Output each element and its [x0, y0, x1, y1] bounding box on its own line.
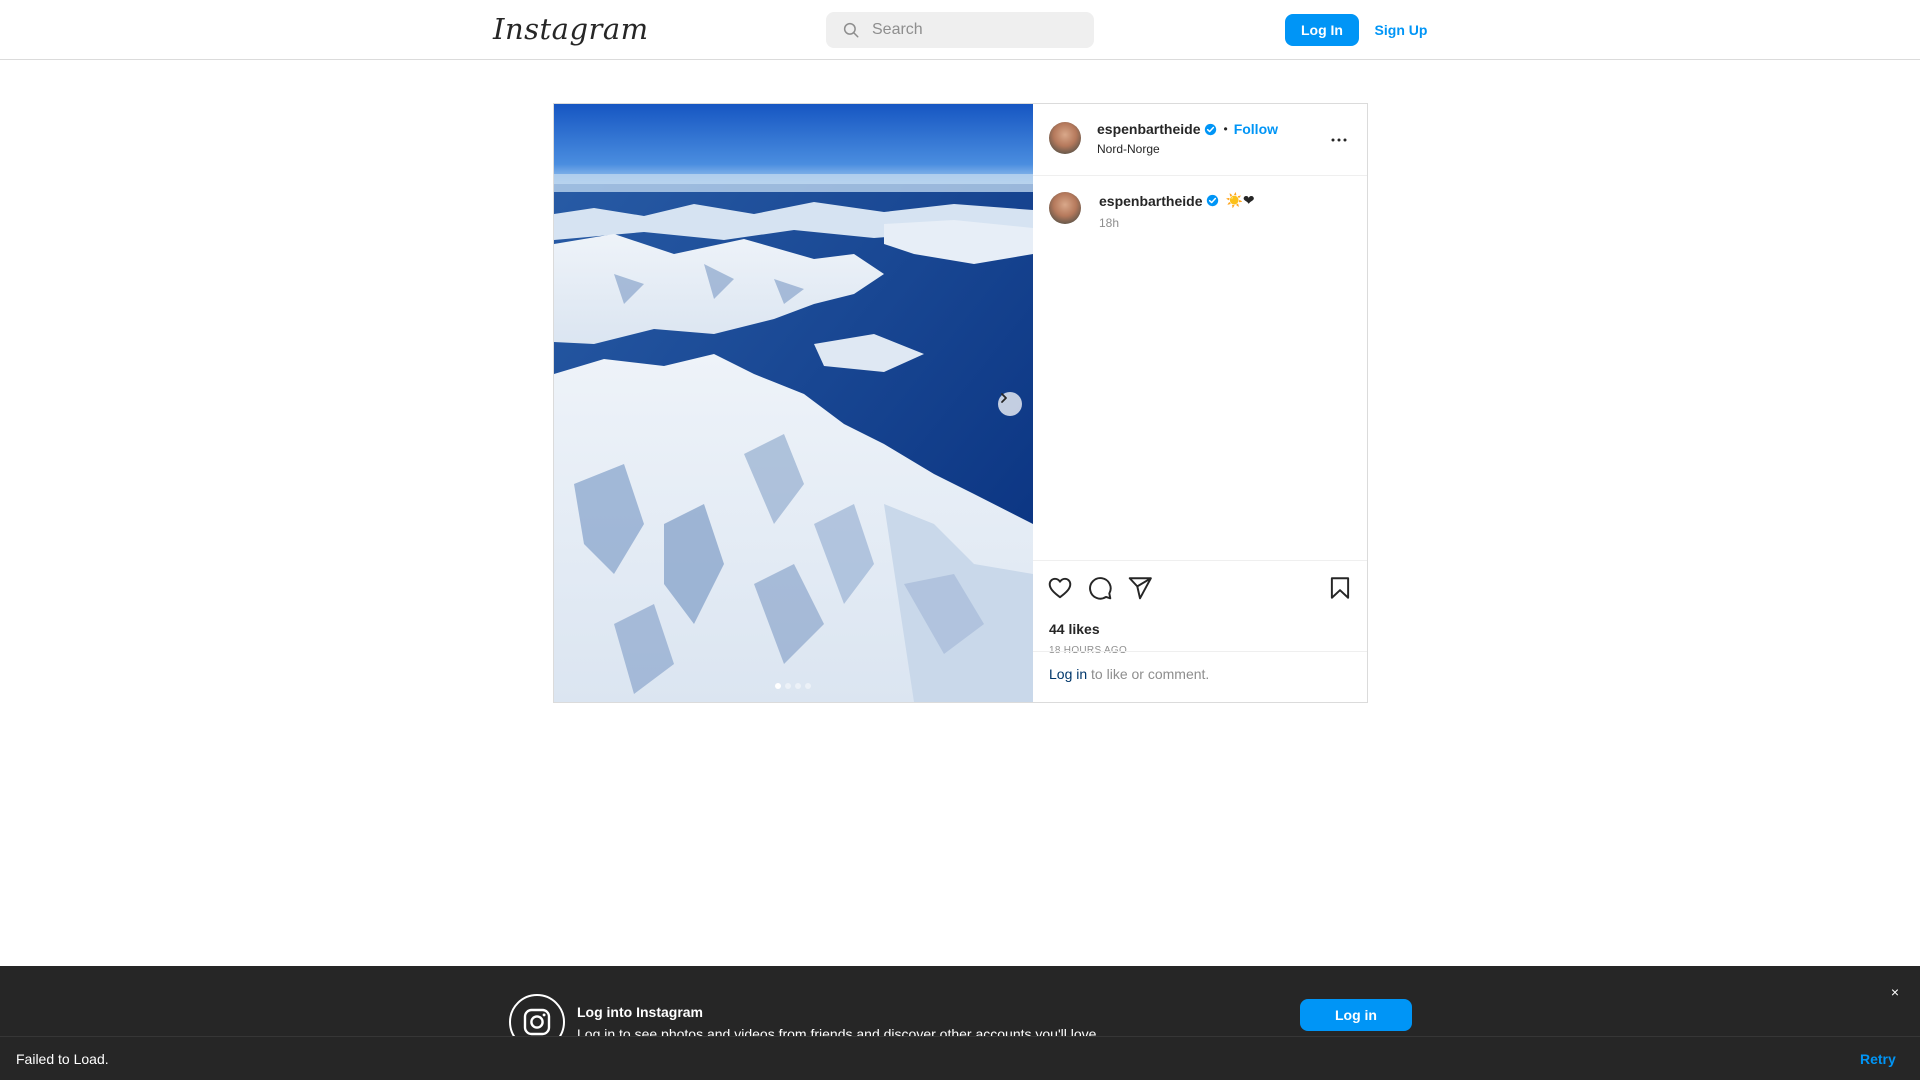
- separator-dot: •: [1223, 122, 1228, 136]
- status-message: Failed to Load.: [16, 1051, 109, 1067]
- login-to-comment: Log in to like or comment.: [1033, 651, 1367, 703]
- signup-button[interactable]: Sign Up: [1366, 14, 1436, 46]
- comment-icon: [1089, 577, 1112, 600]
- like-count[interactable]: 44 likes: [1049, 621, 1100, 637]
- carousel-dot: [795, 683, 801, 689]
- more-icon: [1331, 138, 1347, 142]
- post-header: espenbartheide • Follow Nord-Norge: [1033, 104, 1367, 176]
- verified-icon: [1205, 123, 1217, 135]
- banner-title: Log into Instagram: [577, 1004, 703, 1020]
- top-nav-bar: Instagram Log In Sign Up: [0, 0, 1920, 60]
- avatar[interactable]: [1049, 122, 1081, 154]
- save-button[interactable]: [1327, 575, 1353, 601]
- login-prompt-suffix: to like or comment.: [1087, 666, 1210, 682]
- carousel-dot: [785, 683, 791, 689]
- verified-icon: [1207, 194, 1219, 207]
- carousel-indicator: [775, 683, 811, 689]
- search-box[interactable]: [826, 12, 1094, 48]
- post-author-username[interactable]: espenbartheide: [1097, 121, 1200, 137]
- search-input[interactable]: [872, 21, 1072, 39]
- search-icon: [843, 22, 859, 38]
- login-link[interactable]: Log in: [1049, 666, 1087, 682]
- caption-username[interactable]: espenbartheide: [1099, 193, 1202, 209]
- carousel-dot: [805, 683, 811, 689]
- bookmark-icon: [1330, 577, 1350, 599]
- mountain-landscape: [554, 104, 1033, 702]
- instagram-logo[interactable]: Instagram: [493, 12, 649, 46]
- close-banner-button[interactable]: ×: [1884, 981, 1906, 1003]
- post-location[interactable]: Nord-Norge: [1097, 142, 1160, 156]
- post-image[interactable]: [554, 104, 1033, 702]
- share-icon: [1128, 577, 1152, 600]
- caption-time[interactable]: 18h: [1099, 216, 1119, 230]
- banner-login-button[interactable]: Log in: [1300, 999, 1412, 1031]
- chevron-right-icon: [1001, 393, 1007, 403]
- login-button[interactable]: Log In: [1285, 14, 1359, 46]
- post-card: espenbartheide • Follow Nord-Norge espen…: [553, 103, 1368, 703]
- comment-button[interactable]: [1087, 575, 1113, 601]
- like-button[interactable]: [1047, 575, 1073, 601]
- post-sidebar: espenbartheide • Follow Nord-Norge espen…: [1033, 104, 1367, 702]
- status-bar: Failed to Load. Retry: [0, 1036, 1920, 1080]
- login-banner: Log into Instagram Log in to see photos …: [0, 966, 1920, 1050]
- retry-button[interactable]: Retry: [1860, 1048, 1896, 1070]
- share-button[interactable]: [1127, 575, 1153, 601]
- more-options-button[interactable]: [1327, 128, 1351, 152]
- carousel-dot: [775, 683, 781, 689]
- instagram-glyph-icon: [523, 1008, 551, 1036]
- caption-text: ☀️❤: [1225, 192, 1255, 208]
- follow-button[interactable]: Follow: [1234, 121, 1278, 137]
- heart-icon: [1048, 577, 1072, 599]
- caption-avatar[interactable]: [1049, 192, 1081, 224]
- post-actions: 44 likes 18 HOURS AGO Log in to like or …: [1033, 560, 1367, 702]
- carousel-next-button[interactable]: [998, 392, 1022, 416]
- caption: espenbartheide ☀️❤: [1099, 192, 1255, 209]
